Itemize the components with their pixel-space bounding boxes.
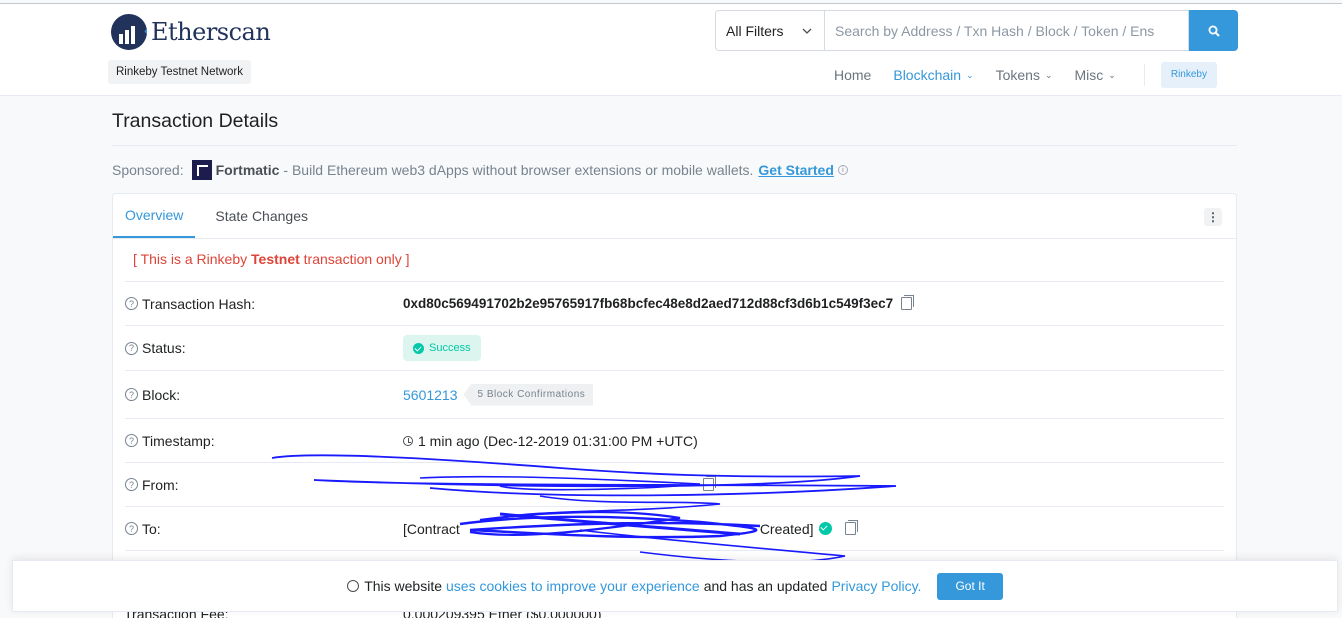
chevron-down-icon: ⌄ bbox=[966, 69, 974, 80]
nav-home-label: Home bbox=[834, 67, 872, 83]
logo-text: Etherscan bbox=[151, 18, 271, 46]
title-divider bbox=[112, 145, 1237, 146]
timestamp-label: Timestamp: bbox=[142, 432, 215, 449]
status-label: Status: bbox=[142, 340, 186, 356]
verified-icon bbox=[818, 522, 832, 535]
copy-icon[interactable] bbox=[901, 295, 915, 310]
testnet-warning-open: [ This is a Rinkeby bbox=[133, 251, 252, 267]
status-row: ? Status: Success bbox=[125, 325, 1224, 370]
question-icon[interactable]: ? bbox=[125, 341, 138, 355]
question-icon[interactable]: ? bbox=[125, 434, 138, 447]
page-title: Transaction Details bbox=[112, 110, 279, 132]
copy-icon[interactable] bbox=[844, 520, 858, 535]
search-placeholder: Search by Address / Txn Hash / Block / T… bbox=[835, 22, 1155, 39]
site-header: Etherscan Rinkeby Testnet Network All Fi… bbox=[0, 4, 1342, 96]
got-it-button[interactable]: Got It bbox=[937, 572, 1003, 600]
to-row: ? To: [Contract Created] bbox=[125, 506, 1224, 550]
search-icon bbox=[1208, 25, 1220, 37]
status-badge: Success bbox=[403, 335, 481, 361]
tx-hash-row: ? Transaction Hash: 0xd80c569491702b2e957… bbox=[125, 281, 1224, 325]
to-label: To: bbox=[142, 520, 161, 537]
tab-bar: Overview State Changes ⋮ bbox=[113, 194, 1236, 239]
nav-misc[interactable]: Misc ⌄ bbox=[1075, 67, 1116, 83]
nav-divider bbox=[1143, 64, 1145, 86]
privacy-policy-link[interactable]: Privacy Policy. bbox=[831, 578, 921, 594]
transaction-card: Overview State Changes ⋮ [ This is a Rin… bbox=[112, 193, 1237, 618]
search-input[interactable]: Search by Address / Txn Hash / Block / T… bbox=[825, 10, 1189, 51]
cookie-icon bbox=[347, 580, 360, 592]
filter-select-label: All Filters bbox=[726, 22, 784, 39]
check-circle-icon bbox=[413, 342, 424, 354]
block-row: ? Block: 5601213 5 Block Confirmations bbox=[125, 370, 1224, 418]
cookie-policy-link[interactable]: uses cookies to improve your experience bbox=[446, 578, 700, 594]
sponsor-brand[interactable]: Fortmatic bbox=[216, 162, 280, 178]
tx-hash-value: 0xd80c569491702b2e95765917fb68bcfec48e8d… bbox=[403, 296, 894, 311]
sponsor-text: - Build Ethereum web3 dApps without brow… bbox=[283, 162, 754, 178]
timestamp-value: 1 min ago (Dec-12-2019 01:31:00 PM +UTC) bbox=[418, 432, 698, 449]
nav-tokens-label: Tokens bbox=[995, 67, 1040, 83]
main-nav: Home Blockchain ⌄ Tokens ⌄ Misc ⌄ Rinkeby bbox=[834, 60, 1217, 90]
block-confirmations-badge: 5 Block Confirmations bbox=[463, 383, 594, 406]
nav-blockchain[interactable]: Blockchain ⌄ bbox=[893, 67, 973, 83]
nav-tokens[interactable]: Tokens ⌄ bbox=[996, 67, 1053, 83]
cookie-text-2: and has an updated bbox=[703, 578, 828, 594]
get-started-link[interactable]: Get Started bbox=[758, 162, 833, 178]
timestamp-row: ? Timestamp: 1 min ago (Dec-12-2019 01:31… bbox=[125, 418, 1224, 462]
cookie-text-1: This website bbox=[364, 578, 442, 594]
more-options-icon[interactable]: ⋮ bbox=[1204, 208, 1222, 226]
sponsor-prefix: Sponsored: bbox=[112, 162, 184, 178]
search-button[interactable] bbox=[1189, 10, 1238, 51]
status-value: Success bbox=[429, 342, 471, 354]
nav-blockchain-label: Blockchain bbox=[893, 67, 962, 83]
block-number-link[interactable]: 5601213 bbox=[403, 387, 458, 403]
question-icon[interactable]: ? bbox=[125, 522, 138, 535]
block-label: Block: bbox=[142, 386, 181, 403]
search-bar: All Filters Search by Address / Txn Hash… bbox=[715, 10, 1238, 51]
to-contract-prefix: [Contract bbox=[403, 520, 460, 537]
testnet-warning-close: transaction only ] bbox=[299, 251, 410, 267]
from-label: From: bbox=[142, 476, 179, 493]
testnet-warning: [ This is a Rinkeby Testnet transaction … bbox=[133, 251, 410, 267]
network-badge: Rinkeby Testnet Network bbox=[108, 60, 251, 84]
etherscan-logo[interactable]: Etherscan bbox=[111, 14, 271, 50]
nav-misc-label: Misc bbox=[1074, 67, 1104, 83]
chevron-down-icon: ⌄ bbox=[1108, 69, 1116, 80]
sponsored-banner: Sponsored: Fortmatic - Build Ethereum we… bbox=[112, 158, 848, 182]
to-contract-suffix: Created] bbox=[759, 520, 814, 537]
fortmatic-logo-icon bbox=[191, 160, 212, 180]
cookie-banner: This website uses cookies to improve you… bbox=[12, 560, 1338, 612]
tab-state-changes[interactable]: State Changes bbox=[203, 194, 320, 238]
question-icon[interactable]: ? bbox=[125, 478, 138, 491]
from-row: ? From: bbox=[125, 462, 1224, 506]
etherscan-logo-icon bbox=[111, 14, 147, 50]
info-icon[interactable]: i bbox=[837, 165, 848, 175]
chevron-down-icon bbox=[802, 28, 812, 34]
testnet-warning-bold: Testnet bbox=[251, 251, 300, 267]
tab-overview[interactable]: Overview bbox=[113, 194, 196, 238]
clock-icon bbox=[403, 435, 413, 446]
question-icon[interactable]: ? bbox=[125, 297, 138, 310]
copy-icon[interactable] bbox=[703, 476, 716, 491]
filter-select[interactable]: All Filters bbox=[715, 10, 825, 51]
question-icon[interactable]: ? bbox=[125, 388, 138, 401]
tx-hash-label: Transaction Hash: bbox=[142, 295, 256, 312]
nav-home[interactable]: Home bbox=[834, 67, 871, 83]
network-switch-button[interactable]: Rinkeby bbox=[1160, 62, 1217, 88]
chevron-down-icon: ⌄ bbox=[1044, 69, 1053, 80]
